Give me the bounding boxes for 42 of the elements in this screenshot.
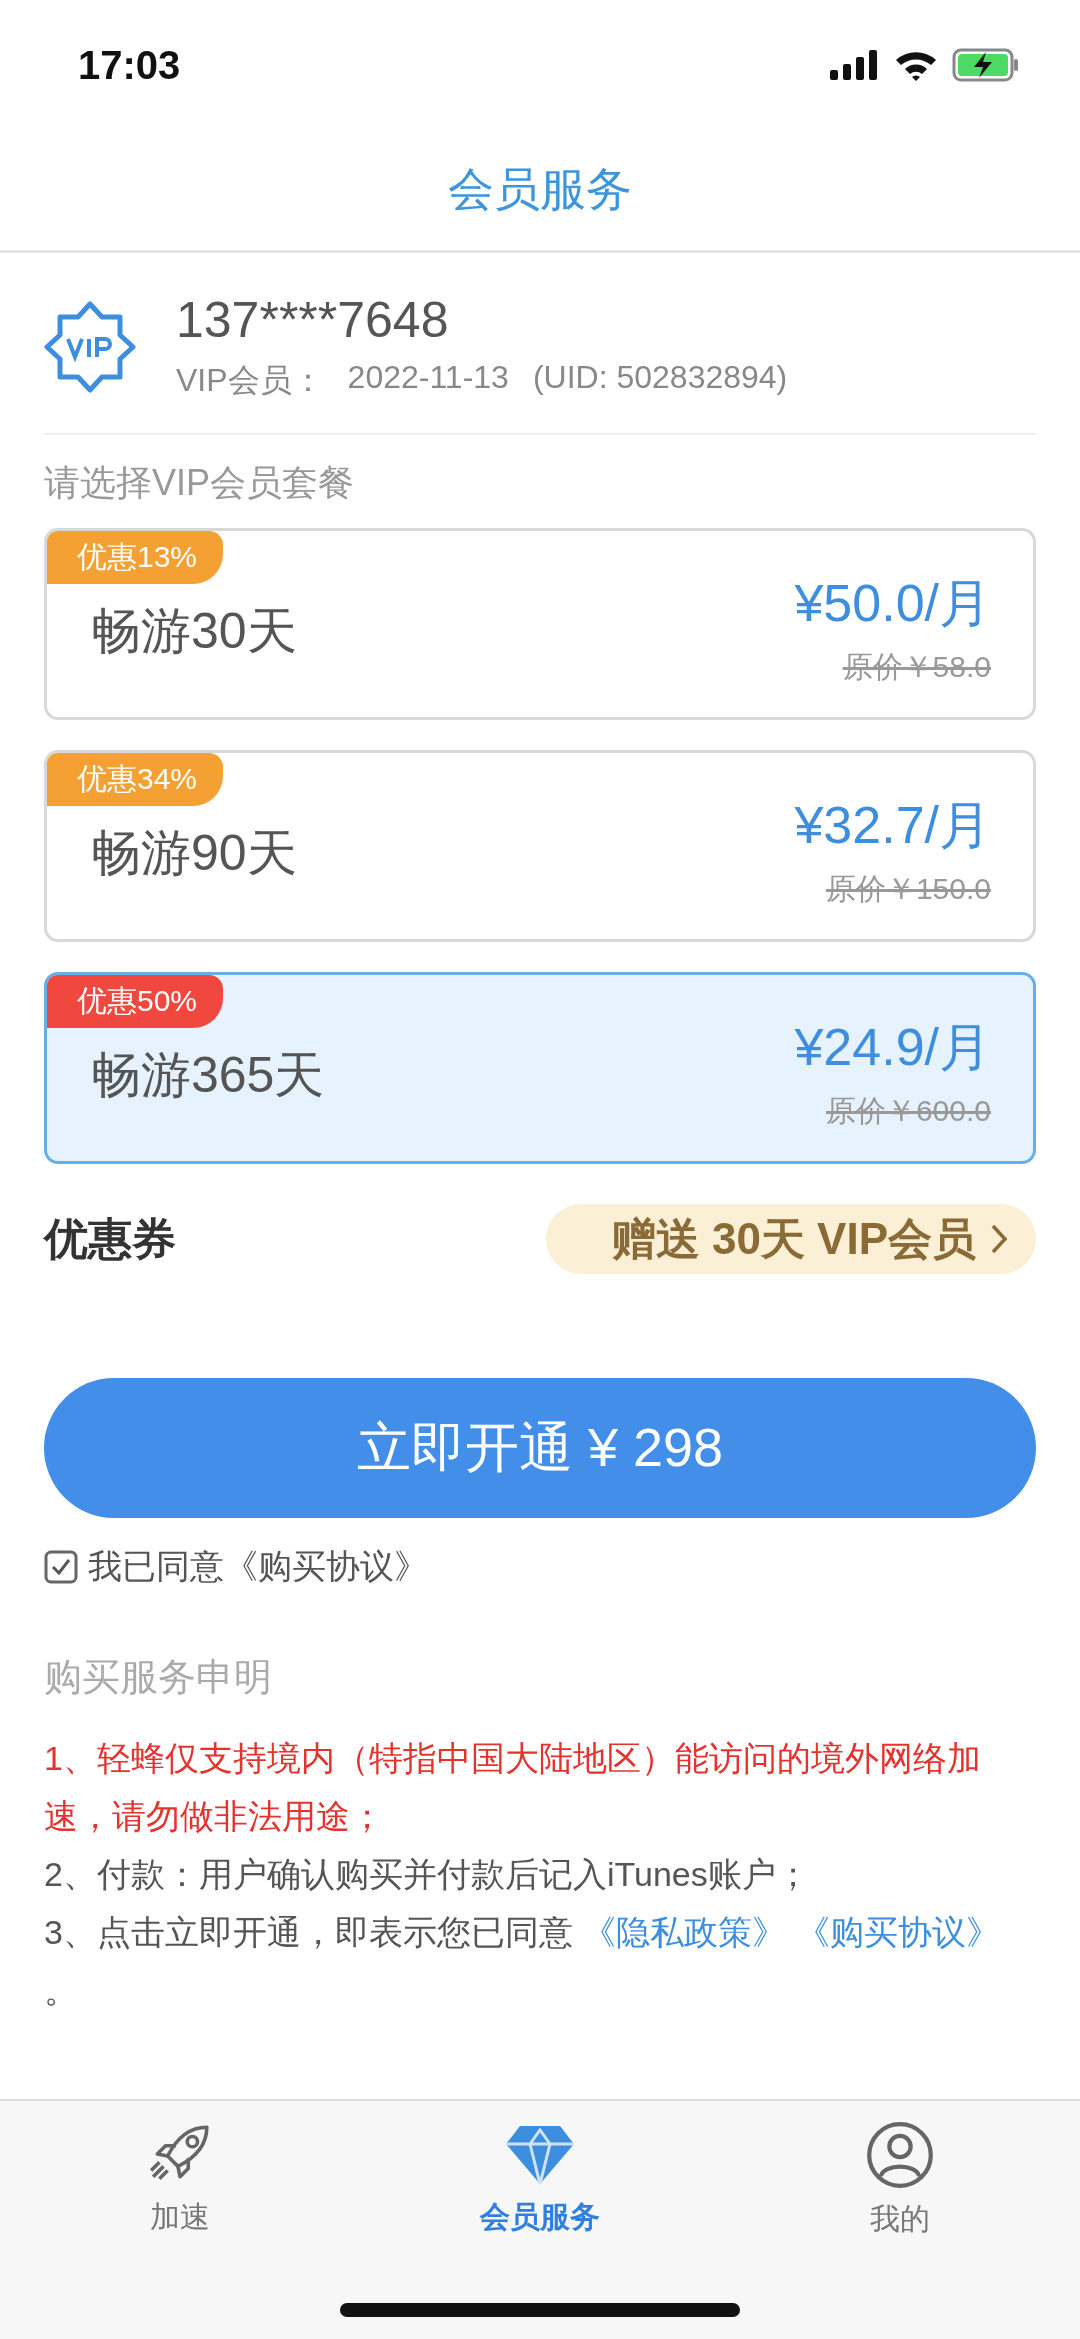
page-title: 会员服务 <box>448 162 632 217</box>
agreement-checkbox[interactable] <box>44 1550 78 1584</box>
wifi-icon <box>894 49 938 81</box>
plan-name: 畅游30天 <box>91 602 297 661</box>
warning-notice: 1、轻蜂仅支持境内（特指中国大陆地区）能访问的境外网络加速，请勿做非法用途； <box>44 1738 982 1837</box>
plan-name: 畅游365天 <box>91 1046 325 1105</box>
tab-bar-item[interactable]: 会员服务 <box>420 2121 660 2261</box>
membership-label: VIP会员： <box>176 361 324 400</box>
vip-badge-icon <box>44 301 136 393</box>
tab-bar-item[interactable]: 我的 <box>780 2121 1020 2261</box>
user-id: (UID: 502832894) <box>532 359 788 397</box>
statement-title: 购买服务申明 <box>44 1655 273 1700</box>
purchase-button[interactable]: 立即开通 ¥ 298 <box>44 1378 1036 1518</box>
policy-link[interactable]: 《购买协议》 <box>795 1913 1000 1951</box>
plan-price: ¥50.0/月 <box>794 573 991 634</box>
account-phone: 137****7648 <box>176 291 450 349</box>
coupon-label: 优惠券 <box>44 1212 176 1265</box>
plan-price: ¥32.7/月 <box>794 795 991 856</box>
discount-badge: 优惠50% <box>47 975 224 1028</box>
plan-card[interactable]: 优惠13% 畅游30天 ¥50.0/月 原价￥58.0 <box>44 528 1036 720</box>
coupon-offer-button[interactable]: 赠送 30天 VIP会员 <box>545 1204 1036 1274</box>
consent-notice: 3、点击立即开通，即表示您已同意 《隐私政策》 《购买协议》 。 <box>44 1912 1001 2011</box>
user-icon <box>866 2121 934 2189</box>
original-price: 原价￥150.0 <box>825 871 991 907</box>
plan-name: 畅游90天 <box>91 824 297 883</box>
policy-link[interactable]: 《隐私政策》 <box>582 1913 787 1951</box>
plan-card[interactable]: 优惠50% 畅游365天 ¥24.9/月 原价￥600.0 <box>44 972 1036 1164</box>
agreement-text: 我已同意《购买协议》 <box>88 1546 428 1587</box>
signal-icon <box>830 50 880 80</box>
discount-badge: 优惠34% <box>47 753 224 806</box>
discount-badge: 优惠13% <box>47 531 224 584</box>
tab-bar-item[interactable]: 加速 <box>60 2121 300 2261</box>
original-price: 原价￥600.0 <box>825 1093 991 1129</box>
plan-price: ¥24.9/月 <box>794 1017 991 1078</box>
status-time: 17:03 <box>78 42 181 88</box>
battery-charging-icon <box>952 48 1020 82</box>
chevron-icon <box>990 1223 1008 1255</box>
plan-card[interactable]: 优惠34% 畅游90天 ¥32.7/月 原价￥150.0 <box>44 750 1036 942</box>
payment-notice: 2、付款：用户确认购买并付款后记入iTunes账户； <box>44 1854 811 1895</box>
expiry-date: 2022-11-13 <box>347 359 509 397</box>
original-price: 原价￥58.0 <box>842 649 991 685</box>
section-heading: 请选择VIP会员套餐 <box>44 461 356 505</box>
